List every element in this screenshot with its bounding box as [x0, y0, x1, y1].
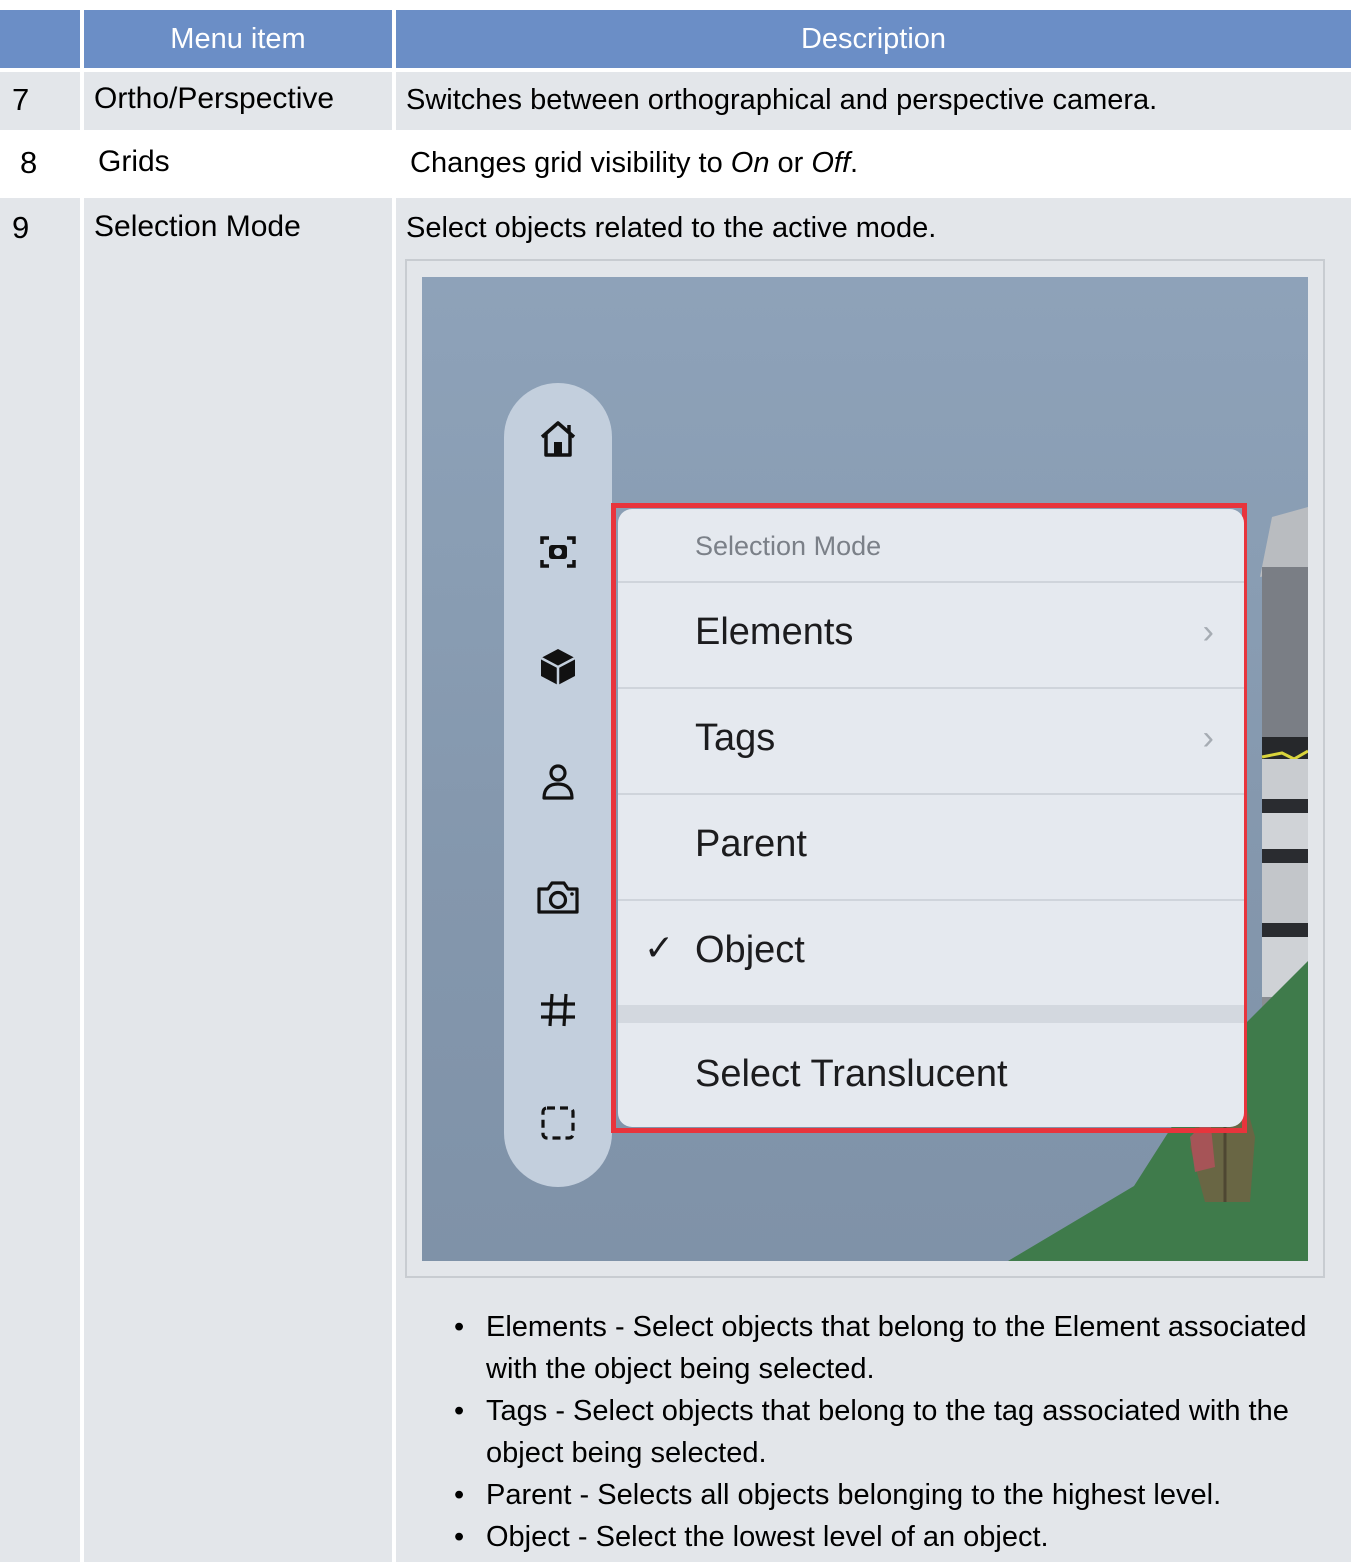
row-7-desc-cell: Switches between orthographical and pers…: [396, 72, 1351, 130]
mode-bullet-list: Elements - Select objects that belong to…: [440, 1306, 1330, 1558]
menu-item-description: Switches between orthographical and pers…: [406, 84, 1158, 116]
bullet-text: - Select objects that belong to the Elem…: [486, 1311, 1307, 1385]
camera-icon[interactable]: [534, 873, 582, 921]
desc-text: .: [850, 147, 859, 179]
person-icon[interactable]: [534, 758, 582, 806]
desc-off: Off: [811, 147, 851, 179]
home-icon[interactable]: [534, 415, 582, 463]
row-number: 7: [12, 82, 30, 117]
row-9-num-cell: 9: [0, 198, 80, 1562]
list-item: Object - Select the lowest level of an o…: [440, 1516, 1330, 1558]
app-screenshot: Selection Mode Elements › Tags › Parent …: [422, 277, 1308, 1261]
menu-item-description: Select objects related to the active mod…: [406, 212, 937, 244]
menu-item-label: Tags: [695, 717, 776, 759]
capture-icon[interactable]: [534, 528, 582, 576]
desc-text: or: [769, 147, 812, 179]
bullet-text: - Select the lowest level of an object.: [569, 1521, 1049, 1553]
grid-hash-icon[interactable]: [534, 986, 582, 1034]
menu-item-parent[interactable]: Parent: [618, 793, 1244, 899]
menu-item-label: Elements: [695, 611, 854, 653]
bullet-term: Tags: [486, 1395, 548, 1427]
chevron-right-icon: ›: [1202, 613, 1214, 651]
list-item: Tags - Select objects that belong to the…: [440, 1390, 1330, 1474]
bullet-text: - Selects all objects belonging to the h…: [571, 1479, 1222, 1511]
menu-item-description: Changes grid visibility to On or Off.: [410, 147, 858, 180]
menu-item-name: Selection Mode: [94, 210, 301, 243]
menu-item-label: Parent: [695, 823, 807, 865]
selection-box-icon[interactable]: [534, 1099, 582, 1147]
checkmark-icon: ✓: [644, 927, 675, 968]
selection-mode-menu: Selection Mode Elements › Tags › Parent …: [618, 509, 1244, 1127]
row-7-num-cell: 7: [0, 72, 80, 130]
menu-title: Selection Mode: [695, 531, 882, 561]
chevron-right-icon: ›: [1202, 719, 1214, 757]
menu-item-name: Ortho/Perspective: [94, 82, 335, 115]
menu-table: Menu item Description 7 Ortho/Perspectiv…: [0, 0, 1351, 1562]
list-item: Parent - Selects all objects belonging t…: [440, 1474, 1330, 1516]
bullet-term: Object: [486, 1521, 570, 1553]
bullet-term: Parent: [486, 1479, 572, 1511]
header-number: [0, 10, 80, 68]
row-number: 9: [12, 210, 30, 245]
desc-text: Changes grid visibility to: [410, 147, 731, 179]
menu-item-select-translucent[interactable]: Select Translucent: [618, 1023, 1244, 1127]
menu-item-elements[interactable]: Elements ›: [618, 581, 1244, 687]
cube-icon[interactable]: [534, 643, 582, 691]
vertical-toolbar: [504, 383, 612, 1187]
list-item: Elements - Select objects that belong to…: [440, 1306, 1330, 1390]
menu-item-label: Select Translucent: [695, 1053, 1008, 1095]
header-description: Description: [396, 10, 1351, 68]
bullet-text: - Select objects that belong to the tag …: [486, 1395, 1289, 1469]
menu-item-object[interactable]: ✓ Object: [618, 899, 1244, 1005]
menu-item-label: Object: [695, 929, 805, 971]
desc-on: On: [730, 147, 770, 179]
header-menu-item: Menu item: [84, 10, 392, 68]
menu-item-tags[interactable]: Tags ›: [618, 687, 1244, 793]
bullet-term: Elements: [486, 1311, 607, 1343]
row-7-item-cell: Ortho/Perspective: [84, 72, 392, 130]
row-9-item-cell: Selection Mode: [84, 198, 392, 1562]
menu-separator: [618, 1005, 1244, 1023]
menu-item-name: Grids: [98, 145, 170, 178]
row-number: 8: [20, 145, 38, 180]
